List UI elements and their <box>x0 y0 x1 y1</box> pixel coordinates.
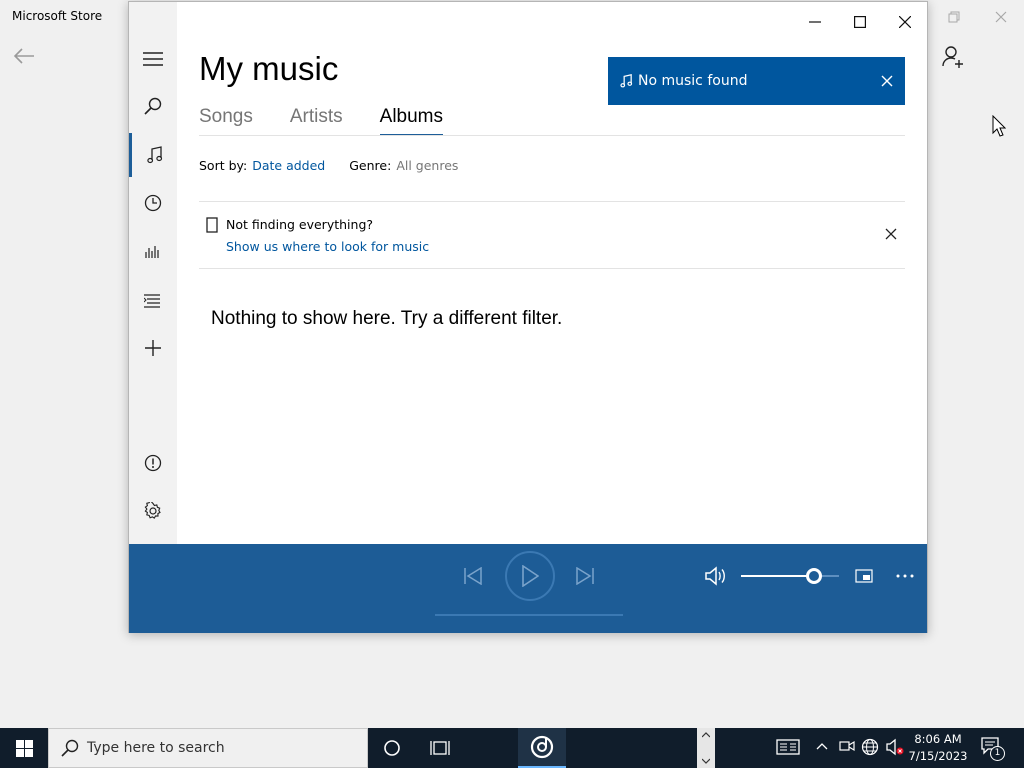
clock-time: 8:06 AM <box>914 732 962 746</box>
add-user-icon[interactable] <box>940 44 966 70</box>
notification-close-icon[interactable] <box>879 73 895 89</box>
task-view-icon[interactable] <box>416 728 464 768</box>
volume-fill <box>741 575 814 577</box>
feedback-icon[interactable] <box>129 441 177 485</box>
cortana-icon[interactable] <box>368 728 416 768</box>
player-bar <box>129 544 927 633</box>
sort-label: Sort by: <box>199 158 248 173</box>
search-icon <box>61 739 79 757</box>
network-globe-icon[interactable] <box>861 738 881 758</box>
play-icon <box>521 565 539 587</box>
music-app-window: My music Songs Artists Albums No music f… <box>128 1 928 633</box>
tab-divider <box>199 135 905 136</box>
notification-count-badge: 1 <box>990 746 1005 761</box>
taskbar-clock[interactable]: 8:06 AM 7/15/2023 <box>905 731 971 765</box>
sort-dropdown[interactable]: Date added <box>252 158 325 173</box>
store-window-title: Microsoft Store <box>12 9 103 23</box>
genre-label: Genre: <box>349 158 392 173</box>
recent-clock-icon[interactable] <box>129 181 177 225</box>
hint-title: Not finding everything? <box>226 217 374 232</box>
groove-music-taskbar-icon[interactable] <box>518 728 566 768</box>
restore-icon[interactable] <box>946 9 962 25</box>
genre-dropdown[interactable]: All genres <box>396 158 458 173</box>
seek-bar[interactable] <box>435 614 623 616</box>
taskbar-scroll[interactable] <box>697 728 715 768</box>
filter-bar: Sort by: Date added Genre: All genres <box>199 158 482 173</box>
back-arrow-icon[interactable] <box>12 46 36 66</box>
page-title: My music <box>199 50 339 87</box>
hint-divider-bottom <box>199 268 905 269</box>
mini-view-icon[interactable] <box>853 566 875 586</box>
taskbar-search-box[interactable]: Type here to search <box>48 728 368 768</box>
hint-divider-top <box>199 201 905 202</box>
next-icon[interactable] <box>573 564 597 588</box>
minimize-button[interactable] <box>792 8 838 36</box>
volume-slider[interactable] <box>741 568 839 584</box>
nav-rail <box>129 2 177 544</box>
search-placeholder: Type here to search <box>87 740 225 756</box>
music-note-icon <box>620 74 633 88</box>
document-icon <box>206 217 218 233</box>
meet-now-icon[interactable] <box>838 738 858 758</box>
music-note-icon[interactable] <box>129 133 177 177</box>
volume-muted-icon[interactable] <box>885 738 905 758</box>
tab-albums[interactable]: Albums <box>379 106 444 136</box>
hint-close-icon[interactable] <box>884 227 898 241</box>
play-button[interactable] <box>505 551 555 601</box>
settings-gear-icon[interactable] <box>129 489 177 533</box>
notification-text: No music found <box>638 73 748 89</box>
hamburger-menu-icon[interactable] <box>129 37 177 81</box>
mouse-cursor-icon <box>992 115 1006 137</box>
playlist-icon[interactable] <box>129 279 177 323</box>
tab-songs[interactable]: Songs <box>199 106 253 136</box>
volume-icon[interactable] <box>703 564 729 588</box>
chevron-up-icon[interactable] <box>814 738 834 758</box>
add-icon[interactable] <box>129 326 177 370</box>
now-playing-icon[interactable] <box>129 229 177 273</box>
more-icon[interactable] <box>893 566 917 586</box>
tab-artists[interactable]: Artists <box>290 106 343 136</box>
clock-date: 7/15/2023 <box>908 749 968 763</box>
windows-start-icon[interactable] <box>0 728 48 768</box>
no-music-notification: No music found <box>608 57 905 105</box>
taskbar: Type here to search 8:06 AM 7/15/2023 1 <box>0 728 1024 768</box>
close-icon[interactable] <box>993 9 1009 25</box>
search-icon[interactable] <box>129 84 177 128</box>
maximize-button[interactable] <box>837 8 883 36</box>
previous-icon[interactable] <box>461 564 485 588</box>
choose-music-folders-link[interactable]: Show us where to look for music <box>226 239 429 254</box>
close-button[interactable] <box>882 8 928 36</box>
pivot-tabs: Songs Artists Albums <box>199 106 480 136</box>
news-widget-icon[interactable] <box>776 738 800 758</box>
volume-thumb[interactable] <box>805 568 822 584</box>
empty-state-message: Nothing to show here. Try a different fi… <box>211 308 563 329</box>
